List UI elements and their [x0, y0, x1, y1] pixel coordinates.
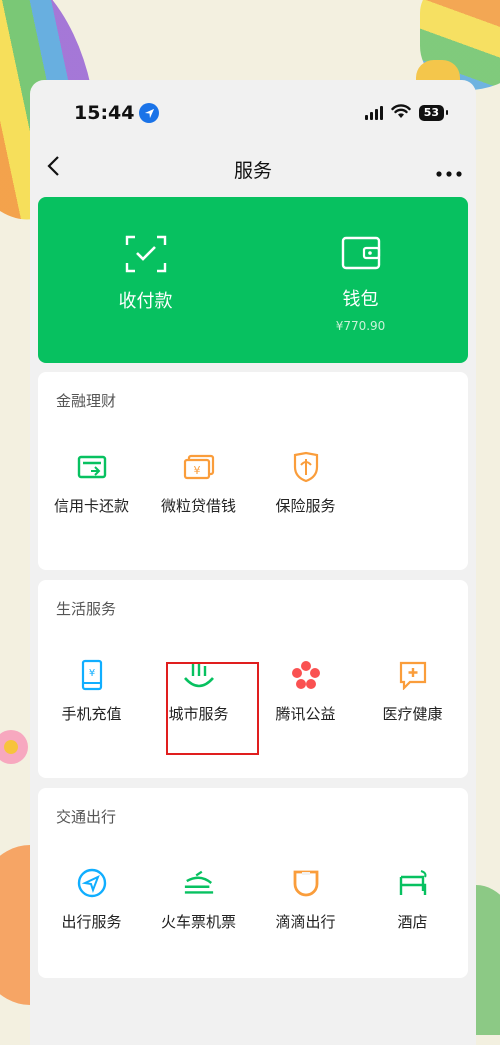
- hotel-icon: [397, 867, 429, 899]
- pay-receive-label: 收付款: [118, 291, 173, 312]
- insurance-service-button[interactable]: 保险服务: [252, 451, 359, 516]
- section-title: 金融理财: [56, 392, 117, 410]
- tile-label: 滴滴出行: [275, 913, 336, 931]
- service-grid: 出行服务 火车票机票 滴滴出行 酒店: [38, 827, 468, 932]
- insurance-icon: [290, 451, 322, 483]
- section-title: 交通出行: [56, 808, 117, 826]
- travel-service-button[interactable]: 出行服务: [38, 867, 145, 932]
- city-service-highlight-box: [166, 662, 259, 755]
- back-button[interactable]: [46, 154, 76, 184]
- transport-section: 交通出行 出行服务 火车票机票 滴滴出行 酒店: [38, 788, 468, 978]
- charity-icon: [290, 659, 322, 691]
- flower-decoration: [0, 730, 28, 764]
- page-title: 服务: [233, 159, 272, 182]
- status-bar: 15:44 53: [30, 80, 476, 146]
- medical-health-button[interactable]: 医疗健康: [359, 659, 466, 724]
- finance-section: 金融理财 信用卡还款 ¥ 微粒贷借钱 保险服务: [38, 372, 468, 570]
- phone-screen: 15:44 53 服务 收付款 钱包 ¥770.90 金融理财 信用卡还款 ¥ …: [30, 80, 476, 1045]
- wallet-button[interactable]: 钱包 ¥770.90: [253, 197, 468, 363]
- battery-icon: 53: [418, 105, 449, 121]
- scan-pay-icon: [125, 235, 166, 273]
- didi-ride-button[interactable]: 滴滴出行: [252, 867, 359, 932]
- tile-label: 保险服务: [275, 497, 336, 515]
- phone-recharge-icon: ¥: [76, 659, 108, 691]
- credit-card-repay-button[interactable]: 信用卡还款: [38, 451, 145, 516]
- phone-recharge-button[interactable]: ¥ 手机充值: [38, 659, 145, 724]
- more-options-button[interactable]: [436, 155, 462, 183]
- tencent-charity-button[interactable]: 腾讯公益: [252, 659, 359, 724]
- wallet-card: 收付款 钱包 ¥770.90: [38, 197, 468, 363]
- weilidai-loan-button[interactable]: ¥ 微粒贷借钱: [145, 451, 252, 516]
- location-arrow-icon: [139, 103, 160, 123]
- navigation-bar: 服务: [30, 146, 476, 192]
- wifi-icon: [390, 103, 411, 123]
- didi-icon: [290, 867, 322, 899]
- chevron-left-icon: [47, 156, 59, 176]
- tile-label: 手机充值: [61, 705, 122, 723]
- svg-text:¥: ¥: [88, 668, 94, 679]
- tile-label: 信用卡还款: [53, 497, 129, 515]
- medical-icon: [397, 659, 429, 691]
- credit-card-icon: [76, 451, 108, 483]
- tile-label: 火车票机票: [160, 913, 236, 931]
- travel-icon: [76, 867, 108, 899]
- tile-label: 酒店: [397, 913, 428, 931]
- tile-label: 腾讯公益: [275, 705, 336, 723]
- wallet-icon: [341, 236, 380, 270]
- status-time: 15:44: [74, 102, 160, 124]
- tile-label: 医疗健康: [382, 705, 443, 723]
- time-text: 15:44: [74, 102, 135, 124]
- wallet-balance: ¥770.90: [335, 319, 386, 333]
- battery-level: 53: [423, 106, 439, 119]
- more-dots-icon: [436, 171, 462, 177]
- wallet-label: 钱包: [342, 289, 379, 310]
- train-icon: [183, 867, 215, 899]
- loan-icon: ¥: [183, 451, 215, 483]
- service-grid: 信用卡还款 ¥ 微粒贷借钱 保险服务: [38, 411, 468, 516]
- tile-label: 微粒贷借钱: [160, 497, 236, 515]
- hotel-button[interactable]: 酒店: [359, 867, 466, 932]
- pay-receive-button[interactable]: 收付款: [38, 197, 253, 363]
- svg-text:¥: ¥: [193, 464, 200, 477]
- cellular-signal-icon: [364, 106, 383, 120]
- train-plane-ticket-button[interactable]: 火车票机票: [145, 867, 252, 932]
- tile-label: 出行服务: [61, 913, 122, 931]
- status-indicators: 53: [364, 103, 449, 123]
- section-title: 生活服务: [56, 600, 117, 618]
